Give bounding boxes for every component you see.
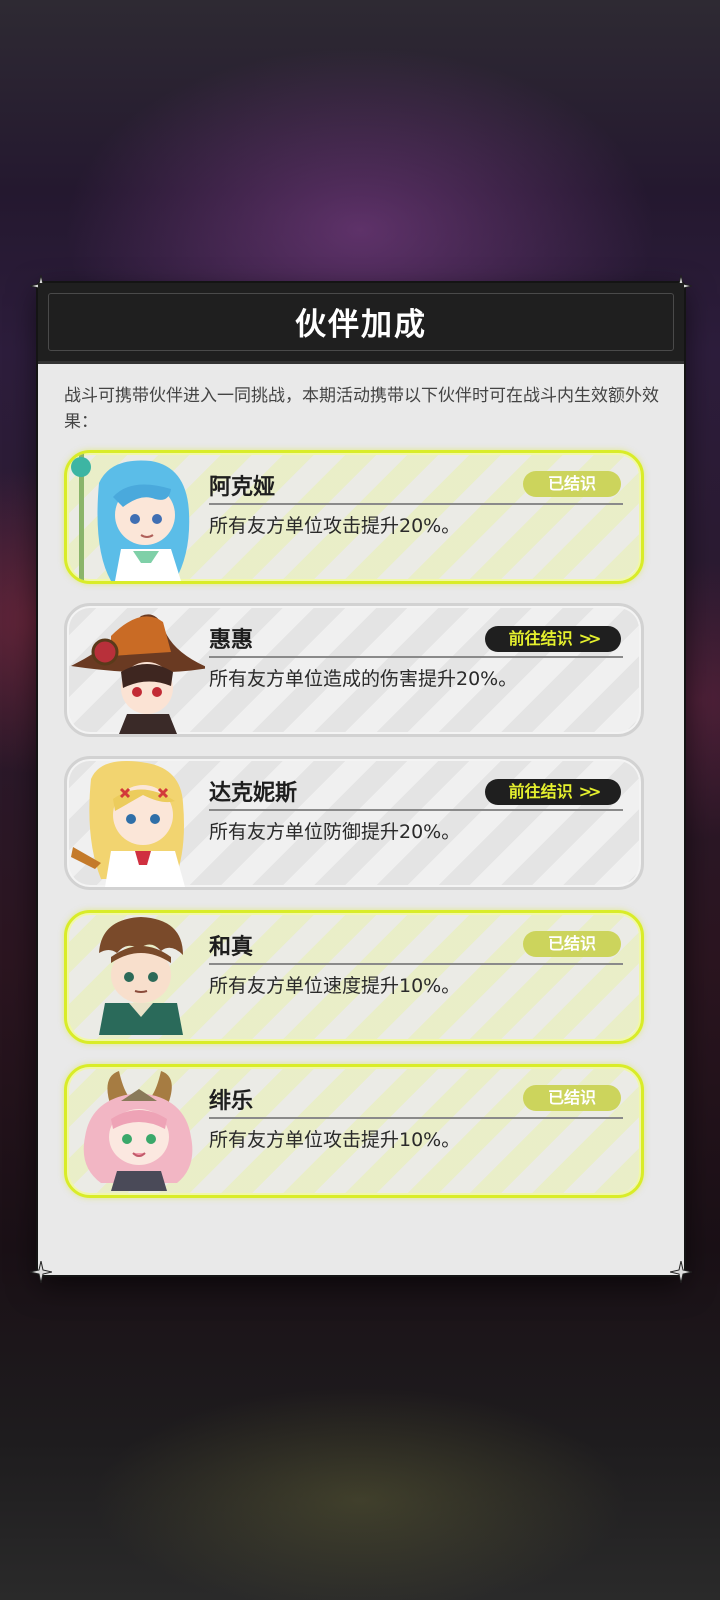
partner-card-darkness: 达克妮斯 前往结识 >> 所有友方单位防御提升20%。 <box>64 756 644 890</box>
divider <box>209 656 623 658</box>
partner-name: 绯乐 <box>209 1089 254 1114</box>
go-meet-button[interactable]: 前往结识 >> <box>485 626 621 652</box>
aqua-portrait <box>71 453 205 581</box>
double-chevron-right-icon: >> <box>578 629 602 648</box>
divider <box>209 963 623 965</box>
met-status-badge: 已结识 <box>523 1085 621 1111</box>
dialog-header: 伙伴加成 <box>38 283 684 364</box>
corner-ornament-icon <box>30 1261 52 1283</box>
partner-name: 惠惠 <box>209 628 254 653</box>
darkness-portrait <box>71 759 205 887</box>
partner-card-kazuma: 和真 已结识 所有友方单位速度提升10%。 <box>64 910 644 1044</box>
partner-effect: 所有友方单位防御提升20%。 <box>209 821 461 843</box>
partner-effect: 所有友方单位攻击提升10%。 <box>209 1129 461 1151</box>
met-status-badge: 已结识 <box>523 471 621 497</box>
dialog-description: 战斗可携带伙伴进入一同挑战，本期活动携带以下伙伴时可在战斗内生效额外效果： <box>64 386 659 432</box>
megumin-portrait <box>71 606 209 734</box>
partner-name: 和真 <box>209 935 254 960</box>
partner-name: 达克妮斯 <box>209 781 298 806</box>
partner-card-megumin: 惠惠 前往结识 >> 所有友方单位造成的伤害提升20%。 <box>64 603 644 737</box>
partner-effect: 所有友方单位攻击提升20%。 <box>209 515 461 537</box>
partner-name: 阿克娅 <box>209 475 276 500</box>
partner-effect: 所有友方单位造成的伤害提升20%。 <box>209 668 518 690</box>
corner-ornament-icon <box>670 1261 692 1283</box>
partner-bonus-dialog: 伙伴加成 战斗可携带伙伴进入一同挑战，本期活动携带以下伙伴时可在战斗内生效额外效… <box>30 275 692 1283</box>
go-meet-label: 前往结识 <box>508 782 573 801</box>
partner-card-fiora: 绯乐 已结识 所有友方单位攻击提升10%。 <box>64 1064 644 1198</box>
partner-card-aqua: 阿克娅 已结识 所有友方单位攻击提升20%。 <box>64 450 644 584</box>
kazuma-portrait <box>71 913 205 1041</box>
partner-effect: 所有友方单位速度提升10%。 <box>209 975 461 997</box>
divider <box>209 503 623 505</box>
divider <box>209 1117 623 1119</box>
go-meet-label: 前往结识 <box>508 629 573 648</box>
go-meet-button[interactable]: 前往结识 >> <box>485 779 621 805</box>
divider <box>209 809 623 811</box>
dialog-title: 伙伴加成 <box>295 307 427 343</box>
double-chevron-right-icon: >> <box>578 782 602 801</box>
fiora-portrait <box>71 1067 205 1195</box>
met-status-badge: 已结识 <box>523 931 621 957</box>
